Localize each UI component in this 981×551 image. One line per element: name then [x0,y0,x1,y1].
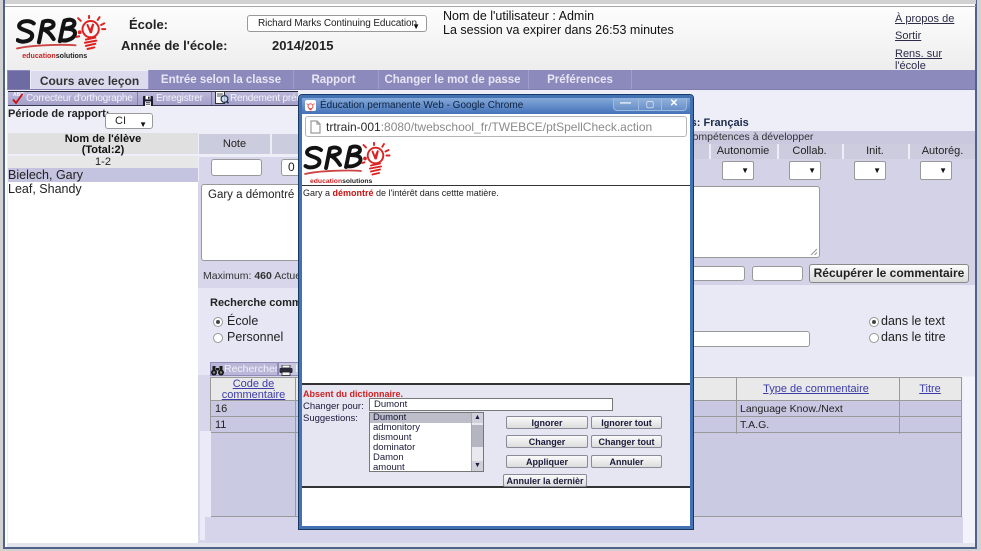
svg-text:educationsolutions: educationsolutions [310,178,373,185]
svg-text:educationsolutions: educationsolutions [22,52,87,60]
